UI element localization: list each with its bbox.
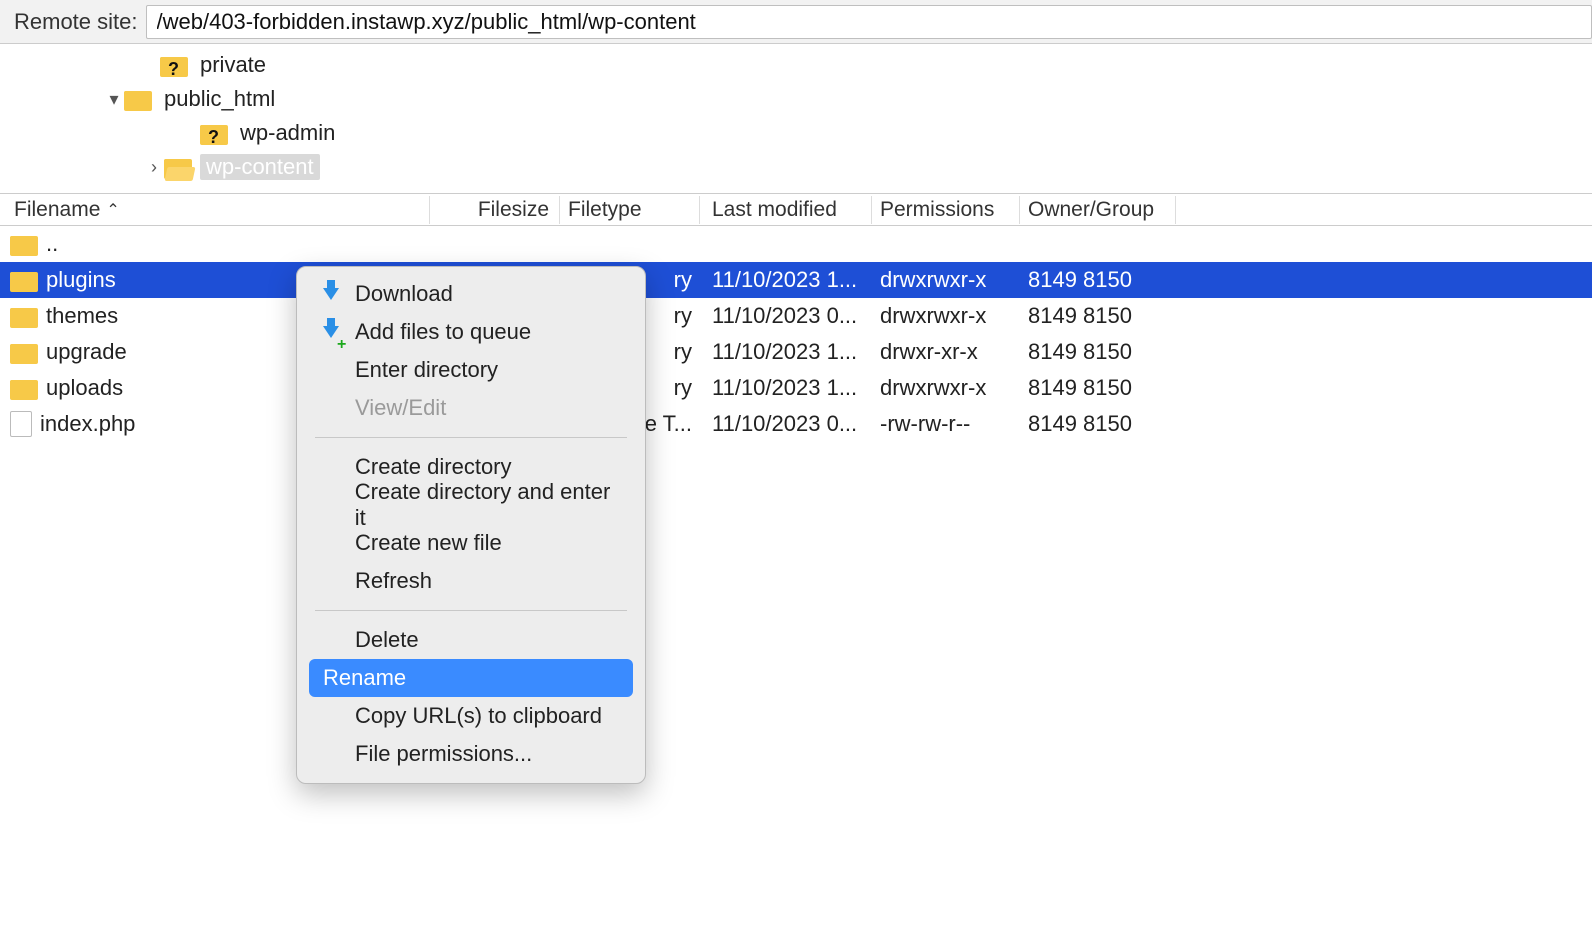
folder-unknown-icon bbox=[160, 57, 188, 77]
tree-item-wp-admin[interactable]: wp-admin bbox=[0, 116, 1592, 150]
menu-delete[interactable]: Delete bbox=[303, 621, 639, 659]
download-queue-icon bbox=[317, 326, 345, 338]
menu-refresh[interactable]: Refresh bbox=[303, 562, 639, 600]
col-filesize[interactable]: Filesize bbox=[430, 196, 560, 224]
menu-file-permissions[interactable]: File permissions... bbox=[303, 735, 639, 773]
sort-asc-icon: ⌃ bbox=[106, 200, 119, 220]
menu-view-edit: View/Edit bbox=[303, 389, 639, 427]
file-list-header: Filename ⌃ Filesize Filetype Last modifi… bbox=[0, 194, 1592, 226]
folder-unknown-icon bbox=[200, 125, 228, 145]
col-filename[interactable]: Filename ⌃ bbox=[0, 196, 430, 224]
tree-item-private[interactable]: private bbox=[0, 48, 1592, 82]
menu-download[interactable]: Download bbox=[303, 275, 639, 313]
expander-expand-icon[interactable]: › bbox=[144, 157, 164, 178]
folder-icon bbox=[10, 236, 38, 256]
menu-create-directory-enter[interactable]: Create directory and enter it bbox=[303, 486, 639, 524]
menu-rename[interactable]: Rename bbox=[309, 659, 633, 697]
col-last-modified[interactable]: Last modified bbox=[700, 196, 872, 224]
list-row-uploads[interactable]: uploads ry 11/10/2023 1... drwxrwxr-x 81… bbox=[0, 370, 1592, 406]
col-filetype[interactable]: Filetype bbox=[560, 196, 700, 224]
tree-item-wp-content[interactable]: › wp-content bbox=[0, 150, 1592, 184]
tree-item-label: wp-content bbox=[200, 154, 320, 180]
list-row-plugins[interactable]: plugins ry 11/10/2023 1... drwxrwxr-x 81… bbox=[0, 262, 1592, 298]
folder-icon bbox=[10, 308, 38, 328]
menu-copy-url[interactable]: Copy URL(s) to clipboard bbox=[303, 697, 639, 735]
folder-icon bbox=[10, 344, 38, 364]
tree-item-label: public_html bbox=[160, 86, 275, 112]
menu-enter-directory[interactable]: Enter directory bbox=[303, 351, 639, 389]
list-row-themes[interactable]: themes ry 11/10/2023 0... drwxrwxr-x 814… bbox=[0, 298, 1592, 334]
list-row-parent[interactable]: .. bbox=[0, 226, 1592, 262]
list-row-upgrade[interactable]: upgrade ry 11/10/2023 1... drwxr-xr-x 81… bbox=[0, 334, 1592, 370]
remote-path-input[interactable] bbox=[146, 5, 1592, 39]
context-menu: Download Add files to queue Enter direct… bbox=[296, 266, 646, 784]
folder-icon bbox=[10, 380, 38, 400]
list-row-index-php[interactable]: index.php e T... 11/10/2023 0... -rw-rw-… bbox=[0, 406, 1592, 442]
tree-item-label: wp-admin bbox=[236, 120, 335, 146]
menu-separator bbox=[315, 437, 627, 438]
expander-collapse-icon[interactable]: ▾ bbox=[104, 89, 124, 110]
remote-path-bar: Remote site: bbox=[0, 0, 1592, 44]
download-icon bbox=[317, 288, 345, 300]
remote-tree[interactable]: private ▾ public_html wp-admin › wp-cont… bbox=[0, 44, 1592, 194]
col-permissions[interactable]: Permissions bbox=[872, 196, 1020, 224]
menu-separator bbox=[315, 610, 627, 611]
file-icon bbox=[10, 411, 32, 437]
menu-add-files-to-queue[interactable]: Add files to queue bbox=[303, 313, 639, 351]
file-list[interactable]: .. plugins ry 11/10/2023 1... drwxrwxr-x… bbox=[0, 226, 1592, 442]
remote-site-label: Remote site: bbox=[14, 9, 138, 35]
tree-item-label: private bbox=[196, 52, 266, 78]
col-owner-group[interactable]: Owner/Group bbox=[1020, 196, 1176, 224]
folder-open-icon bbox=[164, 159, 192, 179]
tree-item-public-html[interactable]: ▾ public_html bbox=[0, 82, 1592, 116]
folder-icon bbox=[10, 272, 38, 292]
folder-icon bbox=[124, 91, 152, 111]
